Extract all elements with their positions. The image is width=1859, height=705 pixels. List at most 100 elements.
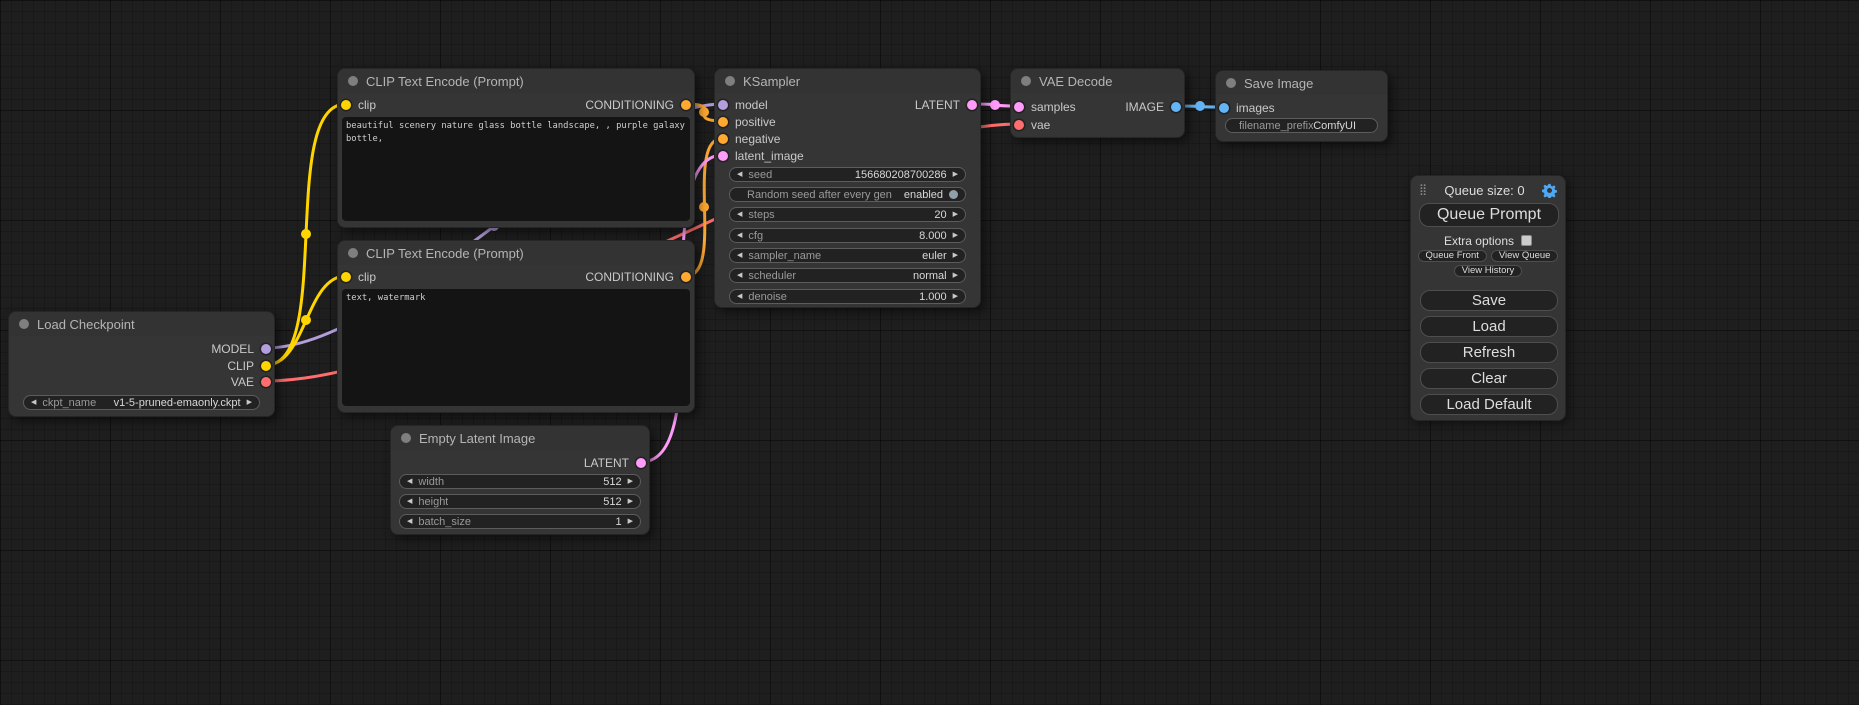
widget-value[interactable]: 156680208700286 [855,169,947,181]
widget-value[interactable]: v1-5-pruned-emaonly.ckpt [114,397,241,409]
extra-options-checkbox[interactable] [1521,235,1532,246]
increment-icon[interactable]: ▶ [247,399,252,406]
collapse-icon[interactable] [19,319,29,329]
input-port-latent-image[interactable] [718,151,728,161]
decrement-icon[interactable]: ◀ [31,399,36,406]
increment-icon[interactable]: ▶ [628,518,633,525]
decrement-icon[interactable]: ◀ [407,478,412,485]
widget-width[interactable]: ◀ width 512 ▶ [399,474,641,489]
increment-icon[interactable]: ▶ [953,293,958,300]
widget-value[interactable]: euler [922,250,946,262]
refresh-button[interactable]: Refresh [1420,342,1558,363]
widget-ckpt-name[interactable]: ◀ ckpt_name v1-5-pruned-emaonly.ckpt ▶ [23,395,260,410]
collapse-icon[interactable] [725,76,735,86]
prompt-textarea[interactable]: text, watermark [342,289,690,406]
widget-value[interactable]: ComfyUI [1313,120,1356,132]
decrement-icon[interactable]: ◀ [737,293,742,300]
output-port-image[interactable] [1171,102,1181,112]
decrement-icon[interactable]: ◀ [407,518,412,525]
widget-value[interactable]: normal [913,270,947,282]
node-clip-negative-titlebar[interactable]: CLIP Text Encode (Prompt) [338,241,694,265]
increment-icon[interactable]: ▶ [953,272,958,279]
increment-icon[interactable]: ▶ [628,498,633,505]
queue-menu-panel[interactable]: ⣿ Queue size: 0 Queue Prompt Extra optio… [1410,175,1566,421]
input-label: vae [1031,118,1050,132]
decrement-icon[interactable]: ◀ [407,498,412,505]
graph-canvas[interactable]: Load Checkpoint MODEL CLIP VAE ◀ ckpt_na… [0,0,1859,705]
widget-value[interactable]: 8.000 [919,230,947,242]
increment-icon[interactable]: ▶ [953,211,958,218]
node-load-checkpoint-titlebar[interactable]: Load Checkpoint [9,312,274,336]
widget-value[interactable]: 1 [615,516,621,528]
node-vae-decode[interactable]: VAE Decode samples vae IMAGE [1010,68,1185,138]
settings-gear-icon[interactable] [1542,183,1557,198]
output-port-latent[interactable] [967,100,977,110]
input-port-positive[interactable] [718,117,728,127]
load-button[interactable]: Load [1420,316,1558,337]
node-empty-latent-titlebar[interactable]: Empty Latent Image [391,426,649,450]
widget-value[interactable]: 512 [603,476,621,488]
collapse-icon[interactable] [1021,76,1031,86]
decrement-icon[interactable]: ◀ [737,272,742,279]
decrement-icon[interactable]: ◀ [737,211,742,218]
widget-value[interactable]: 1.000 [919,291,947,303]
decrement-icon[interactable]: ◀ [737,232,742,239]
collapse-icon[interactable] [348,248,358,258]
widget-cfg[interactable]: ◀ cfg 8.000 ▶ [729,228,966,243]
widget-filename-prefix[interactable]: filename_prefix ComfyUI [1225,118,1378,133]
node-load-checkpoint[interactable]: Load Checkpoint MODEL CLIP VAE ◀ ckpt_na… [8,311,275,417]
collapse-icon[interactable] [1226,78,1236,88]
widget-steps[interactable]: ◀ steps 20 ▶ [729,207,966,222]
toggle-knob-icon[interactable] [949,190,958,199]
input-port-clip[interactable] [341,272,351,282]
widget-seed[interactable]: ◀ seed 156680208700286 ▶ [729,167,966,182]
drag-handle-icon[interactable]: ⣿ [1419,185,1427,196]
increment-icon[interactable]: ▶ [953,252,958,259]
increment-icon[interactable]: ▶ [628,478,633,485]
node-ksampler-titlebar[interactable]: KSampler [715,69,980,93]
node-save-image[interactable]: Save Image images filename_prefix ComfyU… [1215,70,1388,142]
save-button[interactable]: Save [1420,290,1558,311]
node-clip-text-encode-positive[interactable]: CLIP Text Encode (Prompt) clip CONDITION… [337,68,695,228]
input-port-vae[interactable] [1014,120,1024,130]
node-ksampler[interactable]: KSampler model positive negative latent_… [714,68,981,308]
output-port-conditioning[interactable] [681,100,691,110]
node-empty-latent-image[interactable]: Empty Latent Image LATENT ◀ width 512 ▶ … [390,425,650,535]
widget-height[interactable]: ◀ height 512 ▶ [399,494,641,509]
decrement-icon[interactable]: ◀ [737,252,742,259]
increment-icon[interactable]: ▶ [953,171,958,178]
widget-batch-size[interactable]: ◀ batch_size 1 ▶ [399,514,641,529]
widget-value[interactable]: enabled [904,189,943,201]
output-port-conditioning[interactable] [681,272,691,282]
clear-button[interactable]: Clear [1420,368,1558,389]
widget-scheduler[interactable]: ◀ scheduler normal ▶ [729,268,966,283]
output-port-clip[interactable] [261,361,271,371]
widget-value[interactable]: 512 [603,496,621,508]
input-port-negative[interactable] [718,134,728,144]
prompt-textarea[interactable]: beautiful scenery nature glass bottle la… [342,117,690,221]
collapse-icon[interactable] [348,76,358,86]
queue-prompt-button[interactable]: Queue Prompt [1419,203,1559,227]
output-port-latent[interactable] [636,458,646,468]
output-port-vae[interactable] [261,377,271,387]
input-port-clip[interactable] [341,100,351,110]
increment-icon[interactable]: ▶ [953,232,958,239]
widget-denoise[interactable]: ◀ denoise 1.000 ▶ [729,289,966,304]
input-port-images[interactable] [1219,103,1229,113]
node-vae-decode-titlebar[interactable]: VAE Decode [1011,69,1184,93]
output-port-model[interactable] [261,344,271,354]
widget-sampler-name[interactable]: ◀ sampler_name euler ▶ [729,248,966,263]
load-default-button[interactable]: Load Default [1420,394,1558,415]
decrement-icon[interactable]: ◀ [737,171,742,178]
view-history-button[interactable]: View History [1454,265,1523,277]
widget-value[interactable]: 20 [934,209,946,221]
input-port-samples[interactable] [1014,102,1024,112]
input-port-model[interactable] [718,100,728,110]
node-clip-positive-titlebar[interactable]: CLIP Text Encode (Prompt) [338,69,694,93]
node-save-image-titlebar[interactable]: Save Image [1216,71,1387,95]
queue-front-button[interactable]: Queue Front [1418,250,1487,262]
node-clip-text-encode-negative[interactable]: CLIP Text Encode (Prompt) clip CONDITION… [337,240,695,413]
widget-random-seed-toggle[interactable]: Random seed after every gen enabled [729,187,966,202]
view-queue-button[interactable]: View Queue [1491,250,1559,262]
collapse-icon[interactable] [401,433,411,443]
